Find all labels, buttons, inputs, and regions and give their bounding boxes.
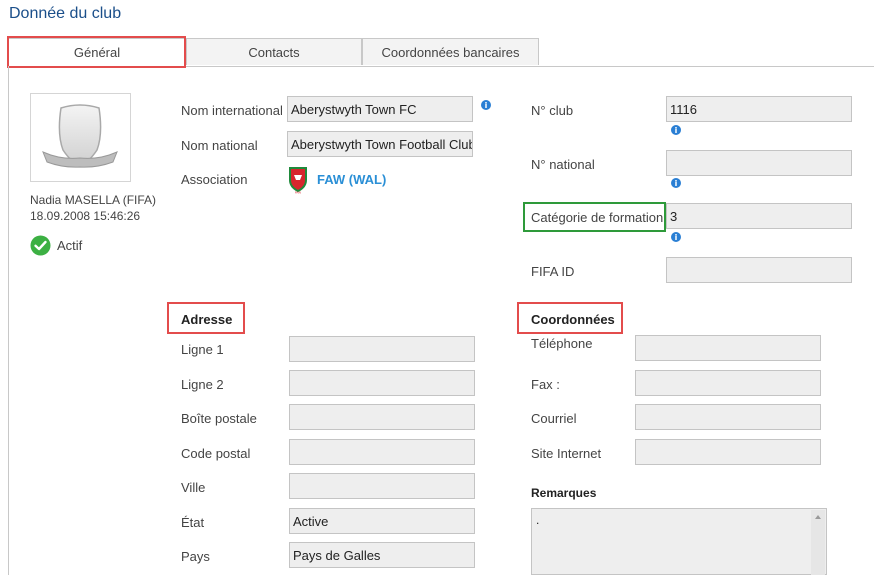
address-line2-field[interactable] bbox=[289, 370, 475, 396]
fax-label: Fax : bbox=[531, 377, 560, 392]
address-line1-field[interactable] bbox=[289, 336, 475, 362]
fifa-id-field[interactable] bbox=[666, 257, 852, 283]
club-logo bbox=[30, 93, 131, 182]
state-field[interactable]: Active bbox=[289, 508, 475, 534]
national-no-label: N° national bbox=[531, 157, 595, 172]
email-label: Courriel bbox=[531, 411, 577, 426]
association-link[interactable]: FAW (WAL) bbox=[317, 172, 386, 187]
fifa-id-label: FIFA ID bbox=[531, 264, 575, 279]
tab-bank-details-label: Coordonnées bancaires bbox=[381, 44, 520, 60]
tab-divider bbox=[186, 66, 874, 67]
remarks-text: . bbox=[536, 513, 540, 527]
fax-field[interactable] bbox=[635, 370, 821, 396]
tab-bank-details[interactable]: Coordonnées bancaires bbox=[362, 38, 539, 65]
training-category-highlight bbox=[523, 202, 666, 232]
remarks-textarea[interactable]: . bbox=[531, 508, 827, 575]
city-field[interactable] bbox=[289, 473, 475, 499]
info-icon[interactable]: i bbox=[671, 125, 681, 135]
international-name-field[interactable]: Aberystwyth Town FC bbox=[287, 96, 473, 122]
phone-field[interactable] bbox=[635, 335, 821, 361]
email-field[interactable] bbox=[635, 404, 821, 430]
check-circle-icon bbox=[30, 235, 51, 256]
remarks-label: Remarques bbox=[531, 486, 597, 500]
phone-label: Téléphone bbox=[531, 336, 593, 351]
status-badge: Actif bbox=[30, 235, 82, 256]
club-no-label: N° club bbox=[531, 103, 574, 118]
national-name-field[interactable]: Aberystwyth Town Football Club bbox=[287, 131, 473, 157]
status-text: Actif bbox=[57, 238, 83, 253]
club-shield-placeholder-icon bbox=[42, 104, 118, 168]
svg-text:FAW: FAW bbox=[295, 191, 301, 195]
postal-code-field[interactable] bbox=[289, 439, 475, 465]
postal-code-label: Code postal bbox=[181, 446, 251, 461]
info-icon[interactable]: i bbox=[671, 178, 681, 188]
city-label: Ville bbox=[181, 480, 206, 495]
remarks-scrollbar[interactable] bbox=[811, 510, 825, 575]
modified-by: Nadia MASELLA (FIFA) bbox=[30, 193, 157, 207]
tab-contacts-label: Contacts bbox=[248, 44, 300, 60]
association-label: Association bbox=[181, 172, 248, 187]
training-category-field[interactable]: 3 bbox=[666, 203, 852, 229]
address-line1-label: Ligne 1 bbox=[181, 342, 224, 357]
international-name-label: Nom international bbox=[181, 103, 283, 118]
scroll-up-arrow-icon[interactable] bbox=[811, 511, 825, 523]
address-section-title: Adresse bbox=[181, 312, 233, 327]
club-no-field[interactable]: 1116 bbox=[666, 96, 852, 122]
info-icon[interactable]: i bbox=[671, 232, 681, 242]
website-field[interactable] bbox=[635, 439, 821, 465]
modified-at: 18.09.2008 15:46:26 bbox=[30, 209, 141, 223]
content-border bbox=[8, 66, 9, 575]
address-line2-label: Ligne 2 bbox=[181, 377, 224, 392]
national-no-field[interactable] bbox=[666, 150, 852, 176]
tab-contacts[interactable]: Contacts bbox=[186, 38, 362, 65]
state-label: État bbox=[181, 515, 205, 530]
po-box-label: Boîte postale bbox=[181, 411, 257, 426]
contact-section-title: Coordonnées bbox=[531, 312, 615, 327]
info-icon[interactable]: i bbox=[481, 100, 491, 110]
country-field[interactable]: Pays de Galles bbox=[289, 542, 475, 568]
country-label: Pays bbox=[181, 549, 210, 564]
faw-crest-icon: FAW bbox=[287, 166, 309, 195]
tab-general-highlight bbox=[7, 36, 186, 68]
po-box-field[interactable] bbox=[289, 404, 475, 430]
website-label: Site Internet bbox=[531, 446, 602, 461]
national-name-label: Nom national bbox=[181, 138, 258, 153]
